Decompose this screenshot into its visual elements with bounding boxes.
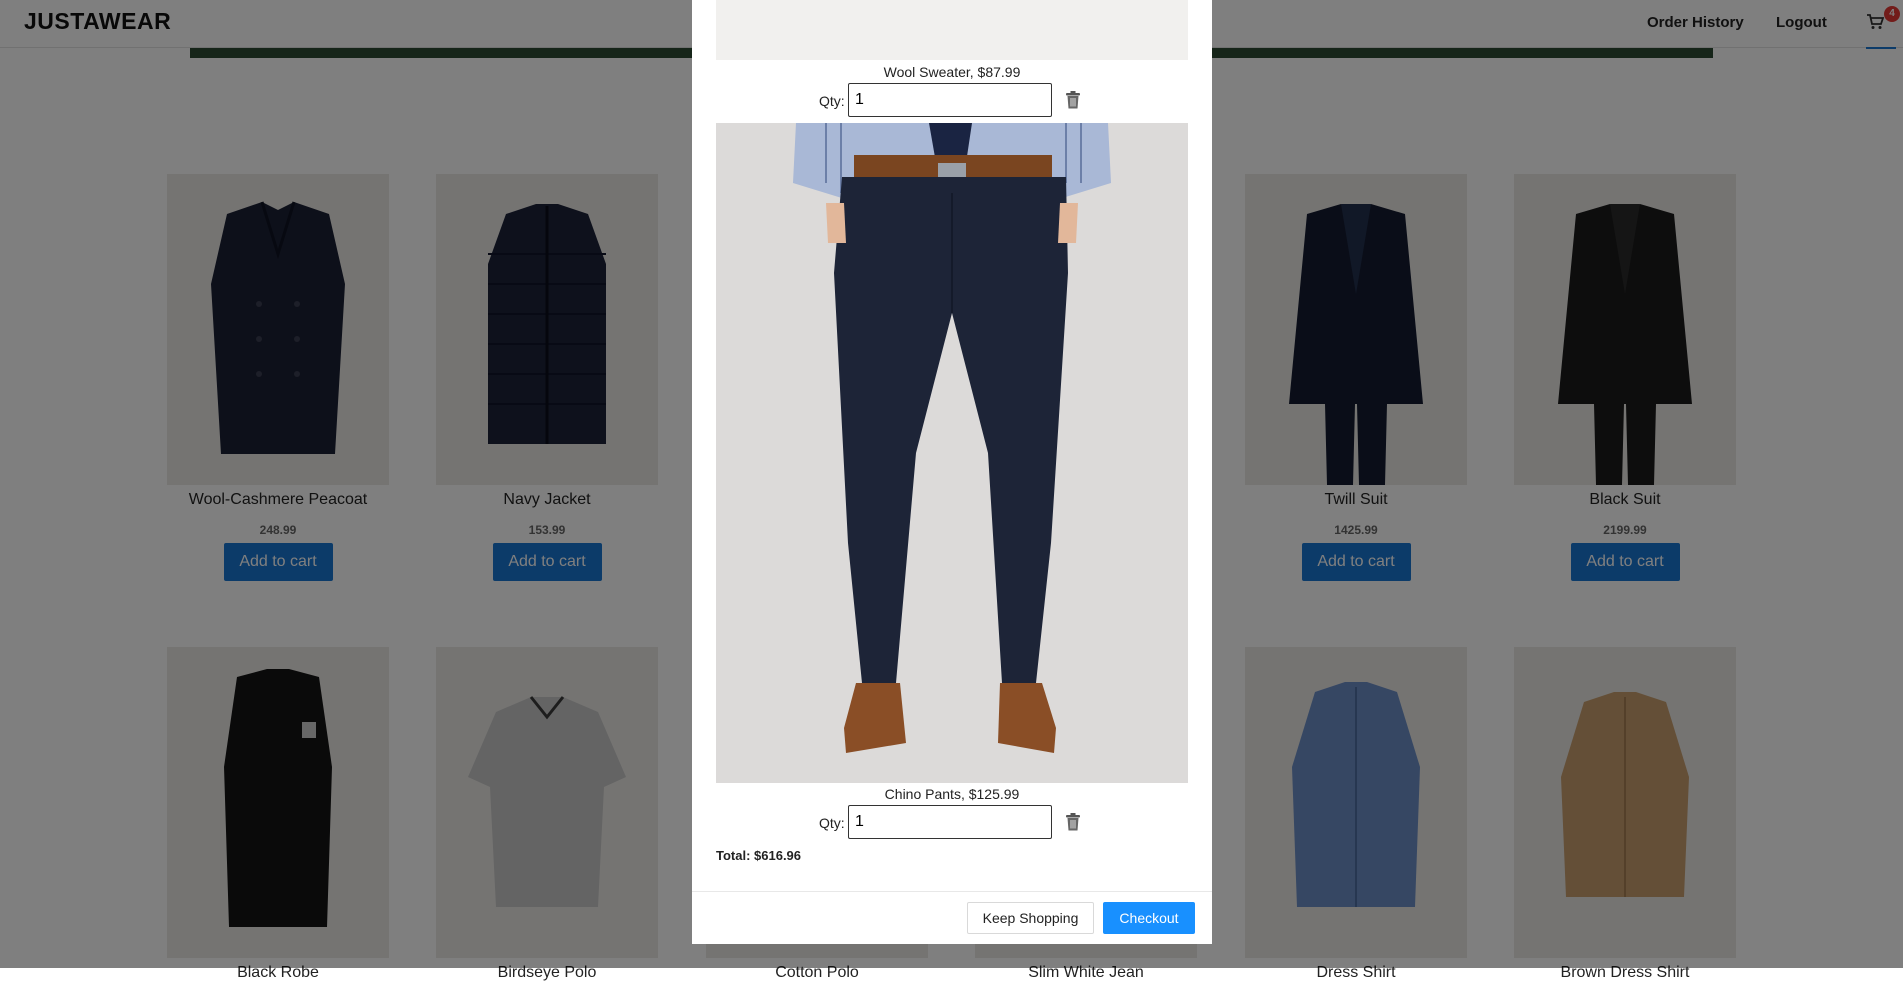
qty-input[interactable]: [848, 805, 1052, 839]
qty-row: Qty:: [692, 83, 1212, 119]
checkout-button[interactable]: Checkout: [1103, 902, 1195, 934]
cart-item-caption: Wool Sweater, $87.99: [883, 64, 1021, 80]
cart-item-image: [716, 123, 1188, 783]
qty-label: Qty:: [819, 93, 845, 109]
cart-modal: Wool Sweater, $87.99 Qty: 1 Chino Pants,…: [692, 0, 1212, 944]
modal-footer-divider: [692, 891, 1212, 892]
cart-item-image: [716, 0, 1188, 60]
trash-icon[interactable]: [1065, 91, 1081, 109]
qty-row: Qty:: [692, 805, 1212, 841]
cart-item-caption: Chino Pants, $125.99: [884, 786, 1020, 802]
trash-icon[interactable]: [1065, 813, 1081, 831]
keep-shopping-button[interactable]: Keep Shopping: [967, 902, 1094, 934]
cart-total: Total: $616.96: [716, 848, 802, 863]
qty-label: Qty:: [819, 815, 845, 831]
qty-input[interactable]: [848, 83, 1052, 117]
